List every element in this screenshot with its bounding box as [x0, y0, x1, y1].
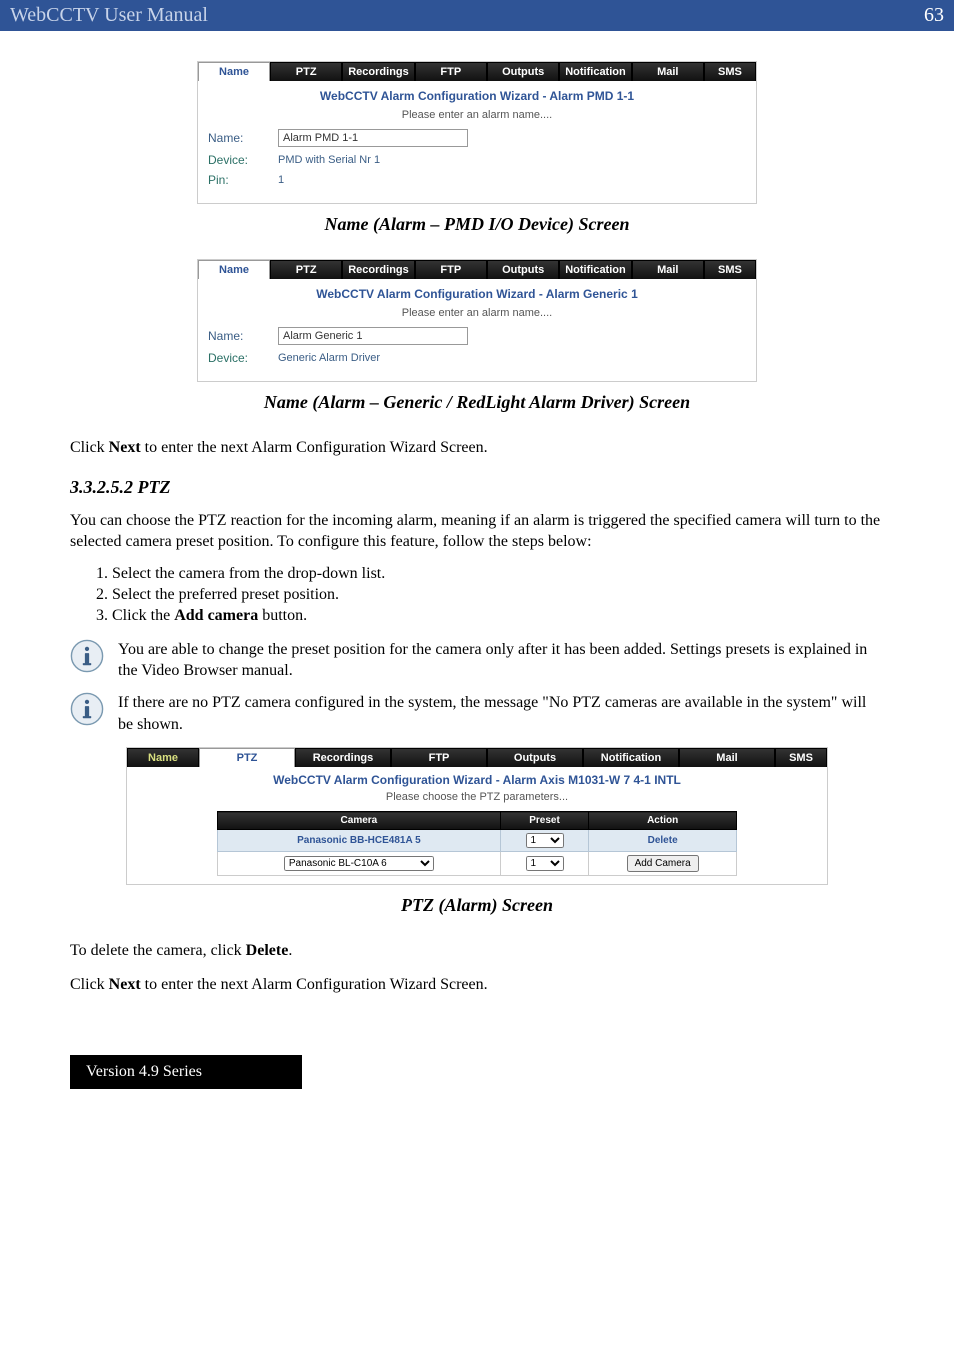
col-action: Action: [589, 812, 737, 830]
tab-outputs[interactable]: Outputs: [487, 62, 559, 81]
preset-cell: 1: [500, 852, 588, 876]
add-camera-button[interactable]: Add Camera: [627, 855, 699, 872]
page-number: 63: [924, 4, 944, 27]
info-icon: [70, 692, 104, 726]
label-device: Device:: [208, 351, 278, 365]
paragraph-click-next-2: Click Next to enter the next Alarm Confi…: [70, 974, 884, 996]
steps-list: Select the camera from the drop-down lis…: [112, 565, 884, 625]
wizard-title: WebCCTV Alarm Configuration Wizard - Ala…: [208, 287, 746, 301]
tab-name[interactable]: Name: [127, 748, 199, 767]
preset-select[interactable]: 1: [526, 833, 564, 848]
label-name: Name:: [208, 131, 278, 145]
screenshot-ptz: Name PTZ Recordings FTP Outputs Notifica…: [126, 747, 828, 885]
tab-notification[interactable]: Notification: [559, 62, 631, 81]
paragraph-click-next: Click Next to enter the next Alarm Confi…: [70, 437, 884, 459]
delete-link[interactable]: Delete: [648, 835, 678, 846]
device-value: PMD with Serial Nr 1: [278, 154, 380, 166]
col-camera: Camera: [218, 812, 501, 830]
tab-mail[interactable]: Mail: [679, 748, 775, 767]
doc-footer-version: Version 4.9 Series: [70, 1055, 302, 1089]
doc-title: WebCCTV User Manual: [10, 4, 208, 27]
section-heading-ptz: 3.3.2.5.2 PTZ: [70, 477, 884, 498]
tab-sms[interactable]: SMS: [704, 260, 756, 279]
tab-ftp[interactable]: FTP: [391, 748, 487, 767]
tab-sms[interactable]: SMS: [775, 748, 827, 767]
preset-select[interactable]: 1: [526, 856, 564, 871]
label-pin: Pin:: [208, 173, 278, 187]
table-row: Panasonic BL-C10A 6 1 Add Camera: [218, 852, 737, 876]
step-3: Click the Add camera button.: [112, 607, 884, 625]
tab-name[interactable]: Name: [198, 260, 270, 279]
camera-select[interactable]: Panasonic BL-C10A 6: [284, 856, 434, 871]
tab-notification[interactable]: Notification: [583, 748, 679, 767]
tab-ftp[interactable]: FTP: [415, 260, 487, 279]
tab-notification[interactable]: Notification: [559, 260, 631, 279]
label-device: Device:: [208, 153, 278, 167]
action-cell: Delete: [589, 830, 737, 852]
paragraph-ptz-intro: You can choose the PTZ reaction for the …: [70, 510, 884, 553]
alarm-name-input[interactable]: [278, 327, 468, 345]
wizard-title: WebCCTV Alarm Configuration Wizard - Ala…: [208, 89, 746, 103]
figure-caption-1: Name (Alarm – PMD I/O Device) Screen: [70, 214, 884, 235]
tab-name[interactable]: Name: [198, 62, 270, 81]
figure-caption-2: Name (Alarm – Generic / RedLight Alarm D…: [70, 392, 884, 413]
table-row: Panasonic BB-HCE481A 5 1 Delete: [218, 830, 737, 852]
step-2: Select the preferred preset position.: [112, 586, 884, 604]
tab-outputs[interactable]: Outputs: [487, 260, 559, 279]
label-name: Name:: [208, 329, 278, 343]
camera-cell: Panasonic BB-HCE481A 5: [218, 830, 501, 852]
alarm-name-input[interactable]: [278, 129, 468, 147]
wizard-title: WebCCTV Alarm Configuration Wizard - Ala…: [137, 773, 817, 787]
tab-recordings[interactable]: Recordings: [295, 748, 391, 767]
screenshot-alarm-generic: Name PTZ Recordings FTP Outputs Notifica…: [197, 259, 757, 382]
wizard-instruction: Please enter an alarm name....: [208, 307, 746, 319]
screenshot-alarm-pmd: Name PTZ Recordings FTP Outputs Notifica…: [197, 61, 757, 204]
pin-value: 1: [278, 174, 284, 186]
tab-mail[interactable]: Mail: [632, 260, 704, 279]
tab-recordings[interactable]: Recordings: [342, 260, 414, 279]
note-preset: You are able to change the preset positi…: [118, 639, 884, 682]
tab-ptz[interactable]: PTZ: [199, 748, 295, 767]
doc-header: WebCCTV User Manual 63: [0, 0, 954, 31]
tab-ptz[interactable]: PTZ: [270, 260, 342, 279]
wizard-instruction: Please choose the PTZ parameters...: [137, 791, 817, 803]
note-no-ptz: If there are no PTZ camera configured in…: [118, 692, 884, 735]
paragraph-delete: To delete the camera, click Delete.: [70, 940, 884, 962]
tab-outputs[interactable]: Outputs: [487, 748, 583, 767]
wizard-instruction: Please enter an alarm name....: [208, 109, 746, 121]
ptz-parameters-table: Camera Preset Action Panasonic BB-HCE481…: [217, 811, 737, 876]
device-value: Generic Alarm Driver: [278, 352, 380, 364]
preset-cell: 1: [500, 830, 588, 852]
camera-cell: Panasonic BL-C10A 6: [218, 852, 501, 876]
info-icon: [70, 639, 104, 673]
tab-recordings[interactable]: Recordings: [342, 62, 414, 81]
figure-caption-3: PTZ (Alarm) Screen: [70, 895, 884, 916]
tab-ptz[interactable]: PTZ: [270, 62, 342, 81]
action-cell: Add Camera: [589, 852, 737, 876]
tab-sms[interactable]: SMS: [704, 62, 756, 81]
tab-ftp[interactable]: FTP: [415, 62, 487, 81]
col-preset: Preset: [500, 812, 588, 830]
step-1: Select the camera from the drop-down lis…: [112, 565, 884, 583]
tab-mail[interactable]: Mail: [632, 62, 704, 81]
